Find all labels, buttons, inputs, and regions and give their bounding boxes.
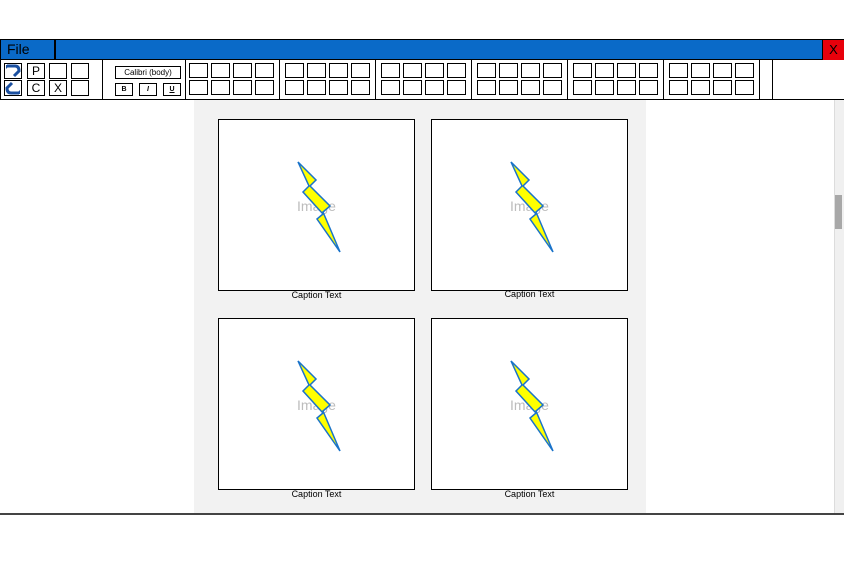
toolbar-button[interactable] bbox=[617, 63, 636, 78]
toolbar-button[interactable] bbox=[351, 80, 370, 95]
toolbar-button[interactable] bbox=[307, 63, 326, 78]
lightning-bolt-icon bbox=[297, 161, 341, 253]
toolbar-divider bbox=[279, 60, 280, 100]
window-bottom-border bbox=[0, 513, 844, 515]
toolbar-divider bbox=[663, 60, 664, 100]
close-button[interactable]: X bbox=[822, 40, 844, 60]
toolbar-button[interactable] bbox=[639, 63, 658, 78]
image-caption: Caption Text bbox=[291, 290, 342, 300]
lightning-bolt-icon bbox=[297, 360, 341, 452]
toolbar-button[interactable] bbox=[71, 63, 89, 79]
toolbar-button[interactable] bbox=[233, 63, 252, 78]
title-bar bbox=[0, 39, 844, 60]
toolbar-divider bbox=[471, 60, 472, 100]
toolbar-divider bbox=[772, 60, 773, 100]
bold-button[interactable]: B bbox=[115, 83, 133, 96]
lightning-bolt-icon bbox=[510, 161, 554, 253]
file-menu-button[interactable]: File bbox=[0, 39, 56, 60]
cut-button[interactable]: X bbox=[49, 80, 67, 96]
toolbar-button[interactable] bbox=[403, 63, 422, 78]
toolbar-button[interactable] bbox=[521, 63, 540, 78]
toolbar-button[interactable] bbox=[255, 63, 274, 78]
italic-button[interactable]: I bbox=[139, 83, 157, 96]
font-name-dropdown[interactable]: Calibri (body) bbox=[115, 66, 181, 79]
lightning-bolt-icon bbox=[510, 360, 554, 452]
toolbar-button[interactable] bbox=[595, 63, 614, 78]
toolbar-button[interactable] bbox=[255, 80, 274, 95]
toolbar-button[interactable] bbox=[403, 80, 422, 95]
toolbar-button[interactable] bbox=[447, 80, 466, 95]
toolbar-button[interactable] bbox=[713, 63, 732, 78]
toolbar-button[interactable] bbox=[691, 63, 710, 78]
toolbar-button[interactable] bbox=[691, 80, 710, 95]
toolbar-button[interactable] bbox=[595, 80, 614, 95]
redo-icon bbox=[5, 81, 20, 95]
toolbar-button[interactable] bbox=[49, 63, 67, 79]
toolbar-button[interactable] bbox=[669, 63, 688, 78]
toolbar-divider bbox=[375, 60, 376, 100]
toolbar-button[interactable] bbox=[543, 80, 562, 95]
toolbar-button[interactable] bbox=[447, 63, 466, 78]
toolbar-button[interactable] bbox=[211, 80, 230, 95]
toolbar-button[interactable] bbox=[543, 63, 562, 78]
toolbar-button[interactable] bbox=[425, 63, 444, 78]
undo-icon bbox=[6, 64, 21, 78]
redo-button[interactable] bbox=[4, 80, 22, 96]
toolbar-button[interactable] bbox=[499, 63, 518, 78]
toolbar-button[interactable] bbox=[351, 63, 370, 78]
toolbar-button[interactable] bbox=[329, 63, 348, 78]
image-caption: Caption Text bbox=[504, 489, 555, 499]
toolbar-button[interactable] bbox=[499, 80, 518, 95]
toolbar-button[interactable] bbox=[639, 80, 658, 95]
image-caption: Caption Text bbox=[291, 489, 342, 499]
paste-button[interactable]: P bbox=[27, 63, 45, 79]
toolbar-button[interactable] bbox=[735, 63, 754, 78]
copy-button[interactable]: C bbox=[27, 80, 45, 96]
toolbar-button[interactable] bbox=[285, 63, 304, 78]
toolbar-divider bbox=[102, 60, 103, 100]
toolbar-divider bbox=[185, 60, 186, 100]
toolbar-button[interactable] bbox=[713, 80, 732, 95]
toolbar-button[interactable] bbox=[329, 80, 348, 95]
toolbar: P C X Calibri (body) B I U bbox=[0, 60, 844, 100]
image-caption: Caption Text bbox=[504, 289, 555, 299]
toolbar-button[interactable] bbox=[71, 80, 89, 96]
vertical-scrollbar[interactable] bbox=[834, 100, 844, 514]
toolbar-button[interactable] bbox=[573, 80, 592, 95]
scrollbar-thumb[interactable] bbox=[835, 195, 842, 229]
toolbar-button[interactable] bbox=[669, 80, 688, 95]
toolbar-button[interactable] bbox=[189, 63, 208, 78]
toolbar-button[interactable] bbox=[211, 63, 230, 78]
toolbar-divider bbox=[567, 60, 568, 100]
toolbar-button[interactable] bbox=[381, 80, 400, 95]
image-placeholder[interactable]: Image bbox=[218, 318, 415, 490]
image-placeholder[interactable]: Image bbox=[431, 318, 628, 490]
image-placeholder[interactable]: Image bbox=[218, 119, 415, 291]
toolbar-button[interactable] bbox=[189, 80, 208, 95]
toolbar-button[interactable] bbox=[735, 80, 754, 95]
underline-button[interactable]: U bbox=[163, 83, 181, 96]
toolbar-button[interactable] bbox=[617, 80, 636, 95]
toolbar-divider bbox=[759, 60, 760, 100]
toolbar-button[interactable] bbox=[477, 63, 496, 78]
toolbar-button[interactable] bbox=[521, 80, 540, 95]
image-placeholder[interactable]: Image bbox=[431, 119, 628, 291]
toolbar-button[interactable] bbox=[285, 80, 304, 95]
undo-button[interactable] bbox=[4, 63, 22, 79]
toolbar-button[interactable] bbox=[573, 63, 592, 78]
toolbar-button[interactable] bbox=[307, 80, 326, 95]
toolbar-button[interactable] bbox=[425, 80, 444, 95]
toolbar-button[interactable] bbox=[381, 63, 400, 78]
toolbar-button[interactable] bbox=[477, 80, 496, 95]
toolbar-button[interactable] bbox=[233, 80, 252, 95]
